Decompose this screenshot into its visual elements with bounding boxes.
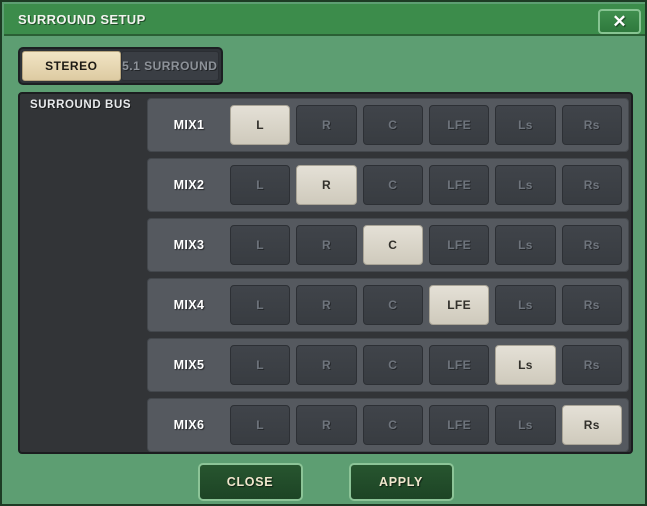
channel-button-group: L R C LFE Ls Rs bbox=[230, 105, 628, 145]
channel-button-group: L R C LFE Ls Rs bbox=[230, 345, 628, 385]
channel-button-c[interactable]: C bbox=[362, 285, 423, 325]
channel-button-lfe[interactable]: LFE bbox=[428, 345, 490, 385]
channel-button-ls[interactable]: Ls bbox=[495, 165, 556, 205]
close-button[interactable]: ✕ bbox=[598, 9, 641, 34]
channel-button-ls[interactable]: Ls bbox=[495, 225, 556, 265]
close-icon: ✕ bbox=[612, 12, 627, 31]
channel-button-rs[interactable]: Rs bbox=[561, 165, 622, 205]
channel-button-ls[interactable]: Ls bbox=[495, 405, 556, 445]
channel-button-r[interactable]: R bbox=[296, 405, 357, 445]
channel-button-r[interactable]: R bbox=[296, 105, 357, 145]
channel-button-l[interactable]: L bbox=[230, 165, 291, 205]
channel-button-r[interactable]: R bbox=[296, 225, 357, 265]
mix-row-label: MIX1 bbox=[173, 118, 205, 132]
channel-button-rs[interactable]: Rs bbox=[561, 105, 622, 145]
channel-button-r[interactable]: R bbox=[296, 285, 357, 325]
channel-button-c[interactable]: C bbox=[362, 345, 423, 385]
mix-row-label: MIX6 bbox=[173, 418, 205, 432]
mode-button-51-surround[interactable]: 5.1 SURROUND bbox=[120, 51, 219, 81]
channel-button-r[interactable]: R bbox=[296, 345, 357, 385]
channel-button-group: L R C LFE Ls Rs bbox=[230, 285, 628, 325]
channel-button-lfe[interactable]: LFE bbox=[428, 285, 490, 325]
channel-button-l[interactable]: L bbox=[230, 345, 291, 385]
surround-setup-dialog: SURROUND SETUP ✕ STEREO 5.1 SURROUND SUR… bbox=[0, 0, 647, 506]
apply-button[interactable]: APPLY bbox=[348, 463, 454, 501]
channel-button-c[interactable]: C bbox=[362, 165, 423, 205]
mix-row-label: MIX5 bbox=[173, 358, 205, 372]
dialog-titlebar: SURROUND SETUP ✕ bbox=[4, 4, 645, 36]
channel-button-rs[interactable]: Rs bbox=[561, 405, 622, 445]
mode-button-stereo[interactable]: STEREO bbox=[22, 51, 121, 81]
channel-button-group: L R C LFE Ls Rs bbox=[230, 165, 628, 205]
mix-row: MIX2 L R C LFE Ls Rs bbox=[147, 158, 629, 212]
channel-button-ls[interactable]: Ls bbox=[495, 285, 556, 325]
dialog-footer: CLOSE APPLY bbox=[2, 458, 645, 504]
channel-button-rs[interactable]: Rs bbox=[561, 285, 622, 325]
channel-button-l[interactable]: L bbox=[230, 285, 291, 325]
mix-row: MIX1 L R C LFE Ls Rs bbox=[147, 98, 629, 152]
channel-button-ls[interactable]: Ls bbox=[495, 105, 556, 145]
mix-row-label: MIX3 bbox=[173, 238, 205, 252]
channel-button-l[interactable]: L bbox=[230, 225, 291, 265]
channel-button-c[interactable]: C bbox=[362, 225, 423, 265]
channel-button-r[interactable]: R bbox=[296, 165, 357, 205]
mix-row-list: MIX1 L R C LFE Ls Rs MIX2 L R C LFE Ls Rs MIX3 L R C LFE Ls… bbox=[147, 98, 629, 452]
channel-button-lfe[interactable]: LFE bbox=[428, 405, 490, 445]
mix-row: MIX6 L R C LFE Ls Rs bbox=[147, 398, 629, 452]
channel-button-c[interactable]: C bbox=[362, 405, 423, 445]
mix-row-label: MIX4 bbox=[173, 298, 205, 312]
surround-bus-panel: SURROUND BUS MIX1 L R C LFE Ls Rs MIX2 L R C LFE Ls R… bbox=[18, 92, 633, 454]
mix-row-label: MIX2 bbox=[173, 178, 205, 192]
mode-toggle-group: STEREO 5.1 SURROUND bbox=[18, 47, 223, 85]
channel-button-ls[interactable]: Ls bbox=[495, 345, 556, 385]
mix-row: MIX5 L R C LFE Ls Rs bbox=[147, 338, 629, 392]
channel-button-rs[interactable]: Rs bbox=[561, 225, 622, 265]
channel-button-l[interactable]: L bbox=[230, 405, 291, 445]
dialog-title: SURROUND SETUP bbox=[18, 12, 146, 27]
channel-button-group: L R C LFE Ls Rs bbox=[230, 225, 628, 265]
channel-button-lfe[interactable]: LFE bbox=[428, 225, 490, 265]
channel-button-l[interactable]: L bbox=[230, 105, 291, 145]
mix-row: MIX3 L R C LFE Ls Rs bbox=[147, 218, 629, 272]
close-footer-button[interactable]: CLOSE bbox=[197, 463, 303, 501]
mix-row: MIX4 L R C LFE Ls Rs bbox=[147, 278, 629, 332]
channel-button-rs[interactable]: Rs bbox=[561, 345, 622, 385]
channel-button-group: L R C LFE Ls Rs bbox=[230, 405, 628, 445]
channel-button-lfe[interactable]: LFE bbox=[428, 105, 490, 145]
surround-bus-label: SURROUND BUS bbox=[30, 99, 132, 111]
channel-button-lfe[interactable]: LFE bbox=[428, 165, 490, 205]
channel-button-c[interactable]: C bbox=[362, 105, 423, 145]
